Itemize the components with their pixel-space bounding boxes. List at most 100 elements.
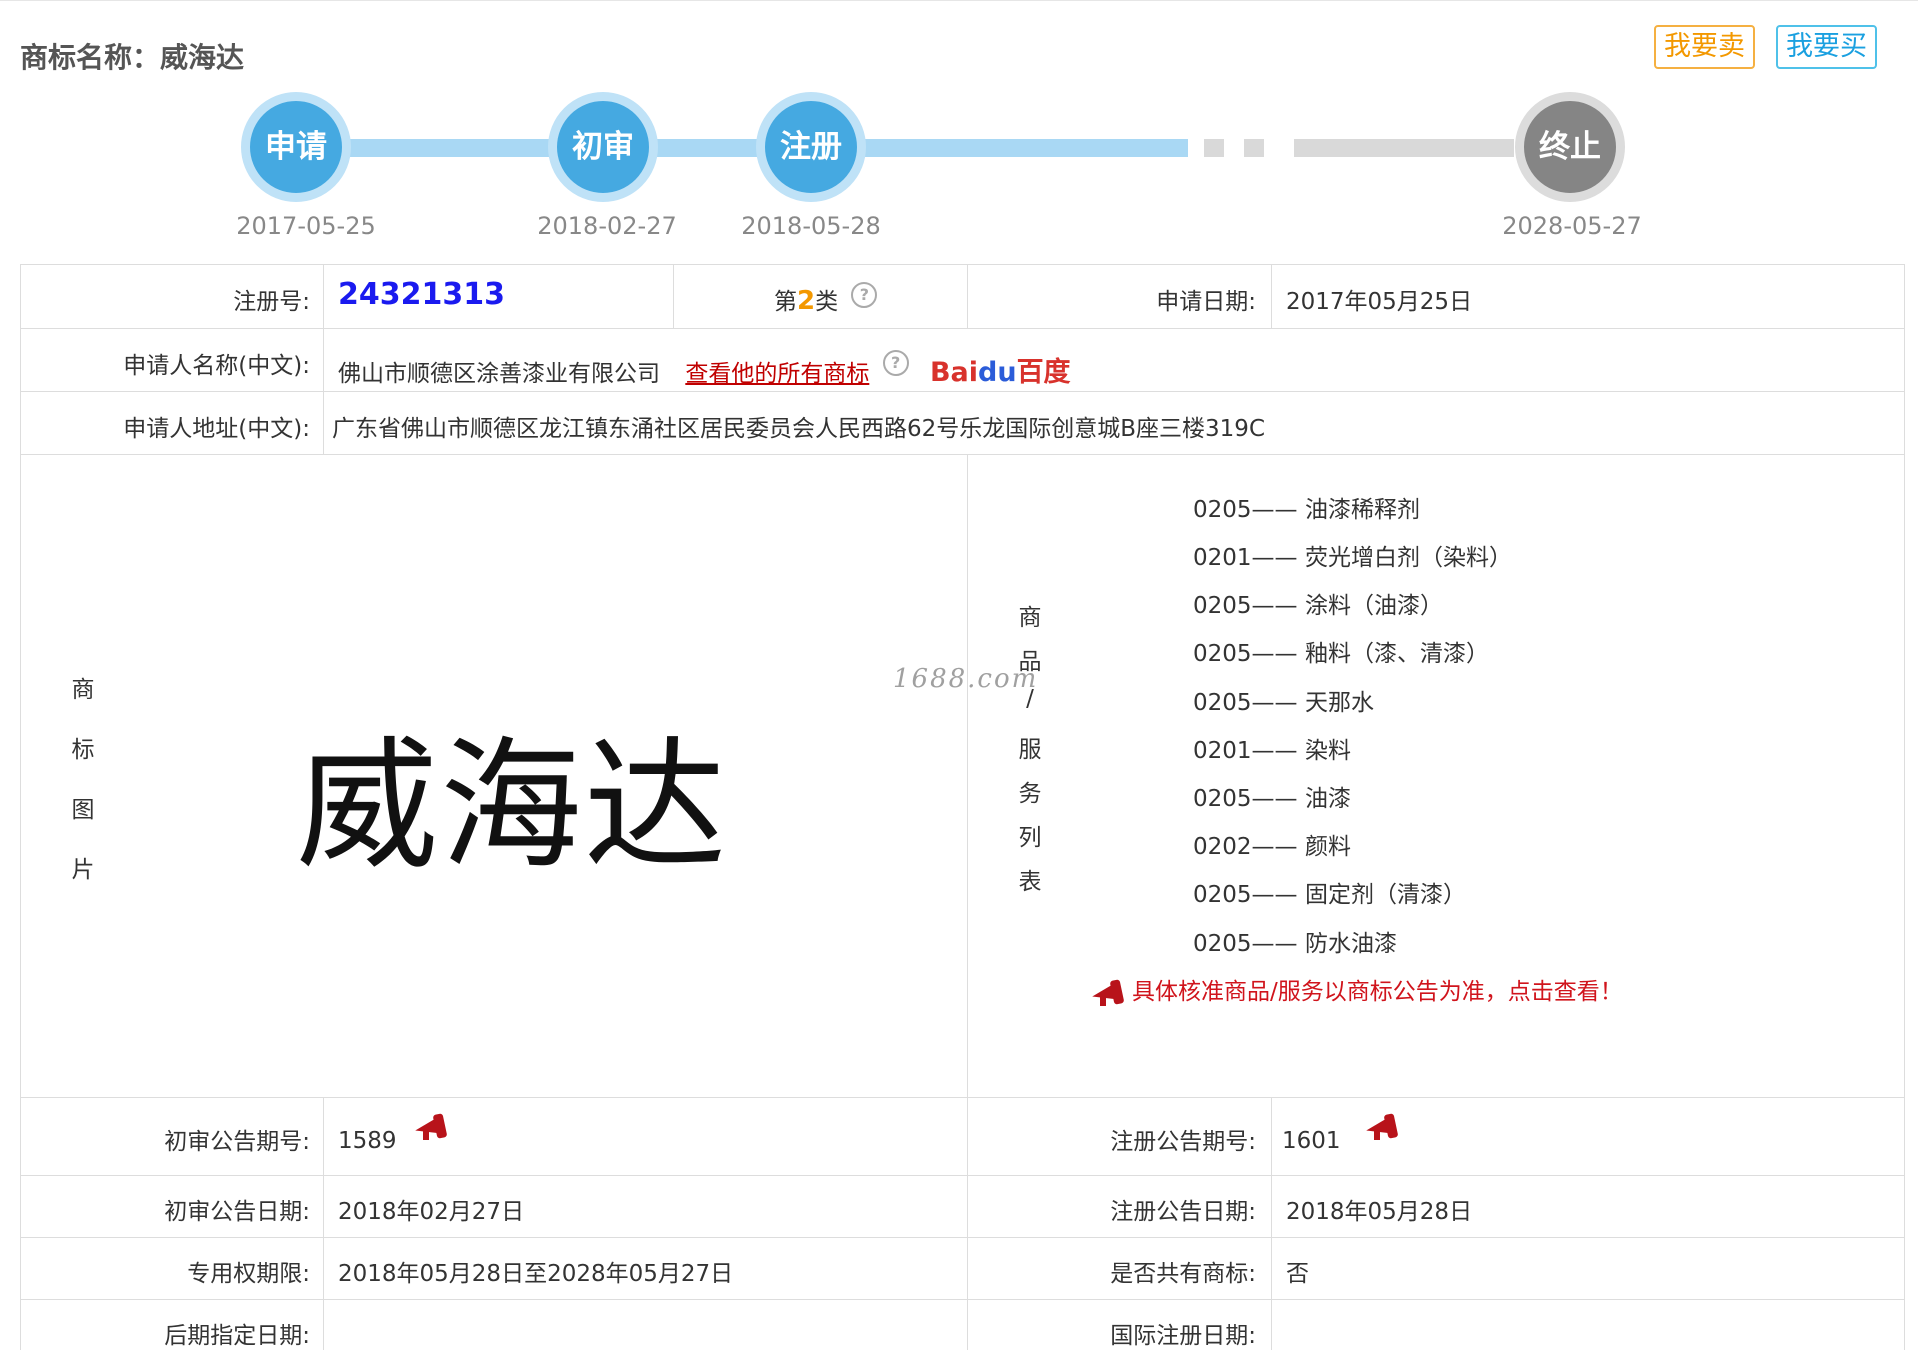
step-date: 2028-05-27 — [1502, 212, 1642, 240]
timeline-step-preliminary: 初审 — [548, 92, 658, 202]
goods-name: 染料 — [1305, 738, 1351, 764]
reg-no-label: 注册号: — [233, 289, 310, 315]
goods-name: 固定剂（清漆） — [1305, 882, 1466, 908]
prelim-date-label: 初审公告日期: — [164, 1199, 310, 1225]
class-cell: 第2类 ? — [774, 282, 878, 316]
prelim-no-value: 1589 — [338, 1128, 397, 1154]
goods-code: 0205—— — [1193, 882, 1298, 908]
baidu-logo[interactable]: Baidu百度 — [930, 357, 1071, 388]
reg-date-label: 注册公告日期: — [1110, 1199, 1256, 1225]
goods-name: 荧光增白剂（染料） — [1305, 545, 1512, 571]
goods-notice-link[interactable]: 具体核准商品/服务以商标公告为准，点击查看！ — [1090, 972, 1623, 1006]
timeline-remaining-bar — [1294, 139, 1514, 157]
goods-name: 天那水 — [1305, 690, 1374, 716]
goods-code: 0201—— — [1193, 545, 1298, 571]
top-divider — [0, 0, 1918, 1]
goods-code: 0205—— — [1193, 690, 1298, 716]
sell-button[interactable]: 我要卖 — [1654, 25, 1755, 69]
goods-item: 0205—— 防水油漆 — [1193, 924, 1397, 958]
label-char: 商 — [1018, 605, 1042, 631]
goods-item: 0205—— 涂料（油漆） — [1193, 586, 1443, 620]
timeline-step-terminate: 终止 — [1515, 92, 1625, 202]
reg-no-value: 24321313 — [338, 277, 505, 312]
trademark-image-label: 商 标 图 片 — [68, 670, 98, 910]
class-number: 2 — [797, 286, 816, 316]
prelim-date-value: 2018年02月27日 — [338, 1199, 525, 1225]
label-char: 务 — [1018, 781, 1042, 807]
step-label: 终止 — [1539, 129, 1601, 165]
goods-name: 防水油漆 — [1305, 931, 1397, 957]
goods-item: 0205—— 固定剂（清漆） — [1193, 875, 1466, 909]
goods-name: 涂料（油漆） — [1305, 593, 1443, 619]
goods-code: 0205—— — [1193, 497, 1298, 523]
shared-trademark-value: 否 — [1286, 1261, 1309, 1287]
label-char: 片 — [71, 857, 95, 883]
label-char: 服 — [1018, 737, 1042, 763]
intl-reg-date-label: 国际注册日期: — [1110, 1323, 1256, 1349]
goods-name: 釉料（漆、清漆） — [1305, 641, 1489, 667]
class-prefix: 第 — [774, 289, 797, 315]
label-char: / — [1026, 686, 1034, 712]
label-char: 表 — [1018, 869, 1042, 895]
applicant-cell: 佛山市顺德区涂善漆业有限公司 查看他的所有商标 ? Baidu百度 — [338, 350, 1071, 389]
goods-code: 0201—— — [1193, 738, 1298, 764]
later-designation-label: 后期指定日期: — [164, 1323, 310, 1349]
megaphone-icon[interactable] — [413, 1113, 449, 1140]
goods-item: 0205—— 油漆 — [1193, 779, 1351, 813]
label-char: 品 — [1018, 649, 1042, 675]
label-char: 标 — [71, 737, 95, 763]
applicant-label: 申请人名称(中文): — [123, 353, 310, 379]
step-date: 2018-05-28 — [741, 212, 881, 240]
step-label: 注册 — [780, 129, 842, 165]
step-label: 申请 — [265, 129, 327, 165]
help-icon[interactable]: ? — [851, 282, 878, 308]
reg-date-value: 2018年05月28日 — [1286, 1199, 1473, 1225]
label-char: 商 — [71, 677, 95, 703]
goods-code: 0202—— — [1193, 834, 1298, 860]
step-label: 初审 — [572, 129, 634, 165]
goods-notice-text: 具体核准商品/服务以商标公告为准，点击查看！ — [1132, 979, 1623, 1005]
reg-announcement-no-value: 1601 — [1282, 1128, 1341, 1154]
megaphone-icon[interactable] — [1364, 1113, 1400, 1140]
exclusive-period-value: 2018年05月28日至2028年05月27日 — [338, 1261, 734, 1287]
shared-trademark-label: 是否共有商标: — [1110, 1261, 1256, 1287]
applicant-name: 佛山市顺德区涂善漆业有限公司 — [338, 361, 660, 387]
goods-item: 0201—— 染料 — [1193, 731, 1351, 765]
timeline-gap-dash — [1244, 139, 1264, 157]
address-label: 申请人地址(中文): — [123, 416, 310, 442]
baidu-logo-text: 百度 — [1016, 357, 1071, 388]
goods-name: 油漆 — [1305, 786, 1351, 812]
baidu-logo-text: Bai — [929, 357, 978, 388]
goods-list-label: 商 品 / 服 务 列 表 — [1015, 598, 1045, 906]
goods-item: 0205—— 釉料（漆、清漆） — [1193, 634, 1489, 668]
goods-item: 0201—— 荧光增白剂（染料） — [1193, 538, 1512, 572]
step-date: 2018-02-27 — [537, 212, 677, 240]
baidu-paw-icon: du — [978, 357, 1017, 388]
apply-date-label: 申请日期: — [1156, 289, 1256, 315]
trademark-image: 威海达 — [296, 724, 728, 889]
class-suffix: 类 — [815, 289, 839, 315]
goods-code: 0205—— — [1193, 786, 1298, 812]
apply-date-value: 2017年05月25日 — [1286, 289, 1473, 315]
goods-code: 0205—— — [1193, 931, 1298, 957]
help-icon[interactable]: ? — [882, 350, 909, 376]
goods-code: 0205—— — [1193, 641, 1298, 667]
goods-name: 油漆稀释剂 — [1305, 497, 1420, 523]
megaphone-icon — [1090, 978, 1126, 1006]
step-date: 2017-05-25 — [236, 212, 376, 240]
buy-button[interactable]: 我要买 — [1776, 25, 1877, 69]
page-title: 商标名称：威海达 — [20, 41, 245, 74]
goods-name: 颜料 — [1305, 834, 1351, 860]
label-char: 图 — [71, 797, 95, 823]
exclusive-period-label: 专用权期限: — [187, 1261, 310, 1287]
timeline-step-register: 注册 — [756, 92, 866, 202]
goods-item: 0205—— 油漆稀释剂 — [1193, 490, 1420, 524]
address-value: 广东省佛山市顺德区龙江镇东涌社区居民委员会人民西路62号乐龙国际创意城B座三楼3… — [332, 416, 1266, 442]
reg-announcement-no-label: 注册公告期号: — [1110, 1129, 1256, 1155]
timeline-gap-dash — [1204, 139, 1224, 157]
timeline-progress-bar — [290, 139, 1188, 157]
goods-item: 0205—— 天那水 — [1193, 683, 1374, 717]
view-all-trademarks-link[interactable]: 查看他的所有商标 — [685, 361, 869, 387]
timeline-step-apply: 申请 — [241, 92, 351, 202]
prelim-no-label: 初审公告期号: — [164, 1129, 310, 1155]
